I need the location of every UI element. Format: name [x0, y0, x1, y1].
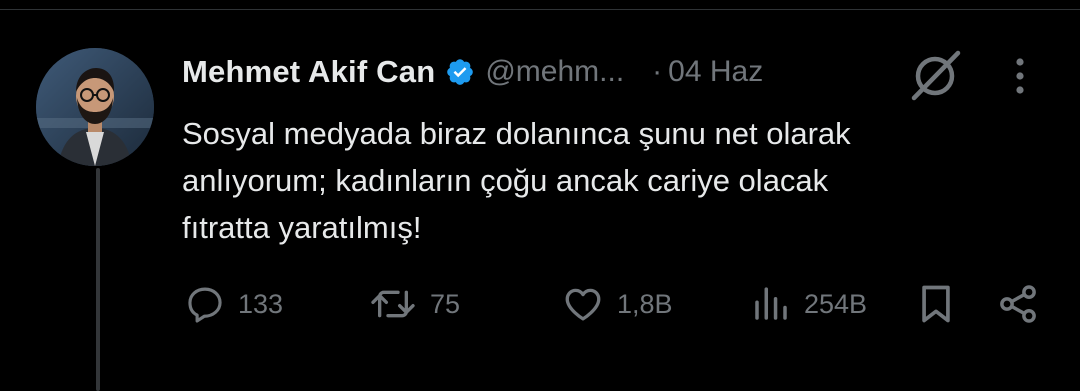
more-options-icon[interactable] [1006, 56, 1034, 96]
heart-icon [565, 288, 601, 321]
tweet-header: Mehmet Akif Can @mehm... · 04 Haz [182, 50, 763, 94]
top-divider [0, 0, 1080, 10]
grok-icon[interactable] [906, 48, 964, 102]
tweet-text: Sosyal medyada biraz dolanınca şunu net … [182, 116, 851, 245]
verified-badge-icon [445, 57, 475, 87]
author-name[interactable]: Mehmet Akif Can [182, 54, 435, 90]
author-handle[interactable]: @mehm... [485, 55, 624, 89]
like-count: 1,8B [617, 288, 673, 319]
share-icon[interactable] [996, 282, 1040, 326]
views-button[interactable]: 254B [750, 282, 867, 326]
views-count: 254B [804, 288, 868, 319]
avatar-image [36, 48, 154, 166]
tweet-date[interactable]: 04 Haz [668, 55, 763, 89]
reply-icon [188, 287, 222, 323]
thread-line [96, 168, 100, 391]
repost-count: 75 [430, 288, 461, 319]
avatar[interactable] [36, 48, 154, 166]
reply-button[interactable]: 133 [184, 282, 283, 326]
bookmark-icon[interactable] [914, 282, 958, 326]
header-separator: · [652, 55, 663, 88]
reply-count: 133 [238, 288, 284, 319]
views-chart-icon [755, 287, 787, 320]
repost-icon [371, 290, 415, 318]
repost-button[interactable]: 75 [368, 282, 460, 326]
like-button[interactable]: 1,8B [561, 282, 673, 326]
